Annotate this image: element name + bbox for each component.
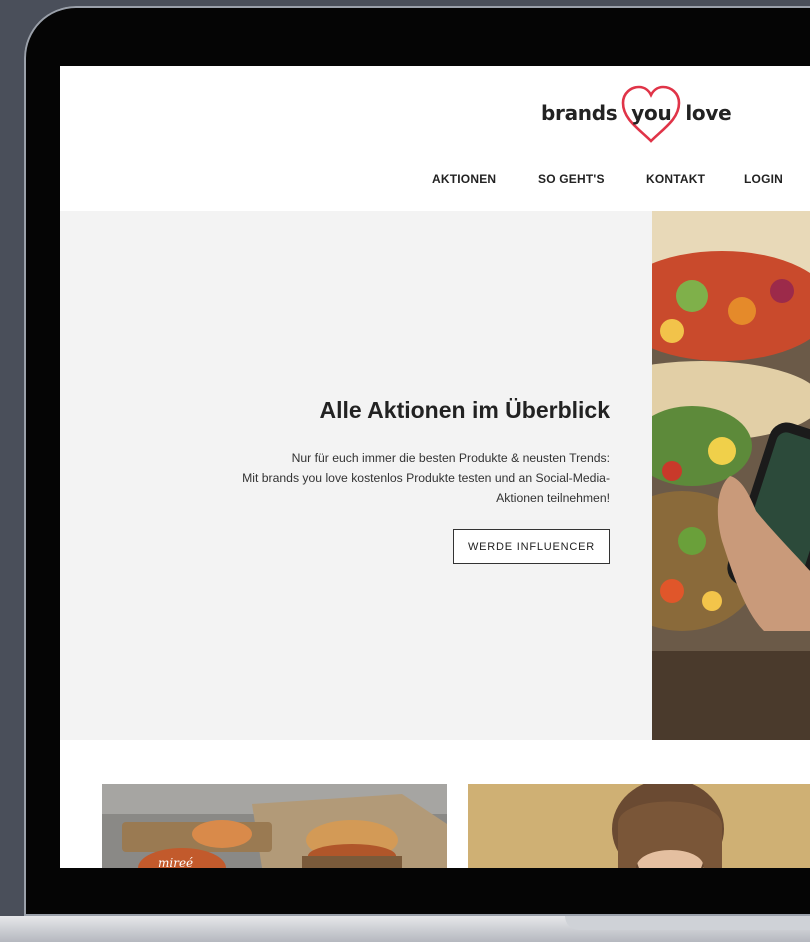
hero-section: Alle Aktionen im Überblick Nur für euch … <box>60 211 652 740</box>
tacos-photo <box>652 211 810 740</box>
logo-text-you: you <box>631 101 672 125</box>
action-card-1[interactable]: mireé <box>102 784 447 868</box>
hero-line-3: Aktionen teilnehmen! <box>496 491 610 505</box>
nav-item-kontakt[interactable]: KONTAKT <box>646 172 744 186</box>
logo-text-love: love <box>685 101 732 125</box>
woman-in-field-photo <box>468 784 810 868</box>
werde-influencer-button[interactable]: WERDE INFLUENCER <box>453 529 610 564</box>
burger-food-photo <box>102 784 447 868</box>
browser-screen: brands you love AKTIONEN SO GEHT'S KONTA… <box>60 66 810 868</box>
hero-image-tacos <box>652 211 810 740</box>
hero-description: Nur für euch immer die besten Produkte &… <box>150 448 610 508</box>
card-badge-miree: mireé <box>158 856 194 868</box>
nav-item-so-gehts[interactable]: SO GEHT'S <box>538 172 646 186</box>
logo-text-brands: brands <box>541 101 618 125</box>
hero-line-1: Nur für euch immer die besten Produkte &… <box>291 451 610 465</box>
action-card-2[interactable] <box>468 784 810 868</box>
laptop-base-notch <box>565 916 810 930</box>
logo-heart: you <box>621 85 681 143</box>
nav-item-aktionen[interactable]: AKTIONEN <box>432 172 538 186</box>
nav-item-login[interactable]: LOGIN <box>744 172 794 186</box>
hero-title: Alle Aktionen im Überblick <box>319 397 610 423</box>
site-logo[interactable]: brands you love <box>541 85 732 143</box>
main-nav: AKTIONEN SO GEHT'S KONTAKT LOGIN <box>432 172 794 186</box>
hero-line-2: Mit brands you love kostenlos Produkte t… <box>242 471 610 485</box>
